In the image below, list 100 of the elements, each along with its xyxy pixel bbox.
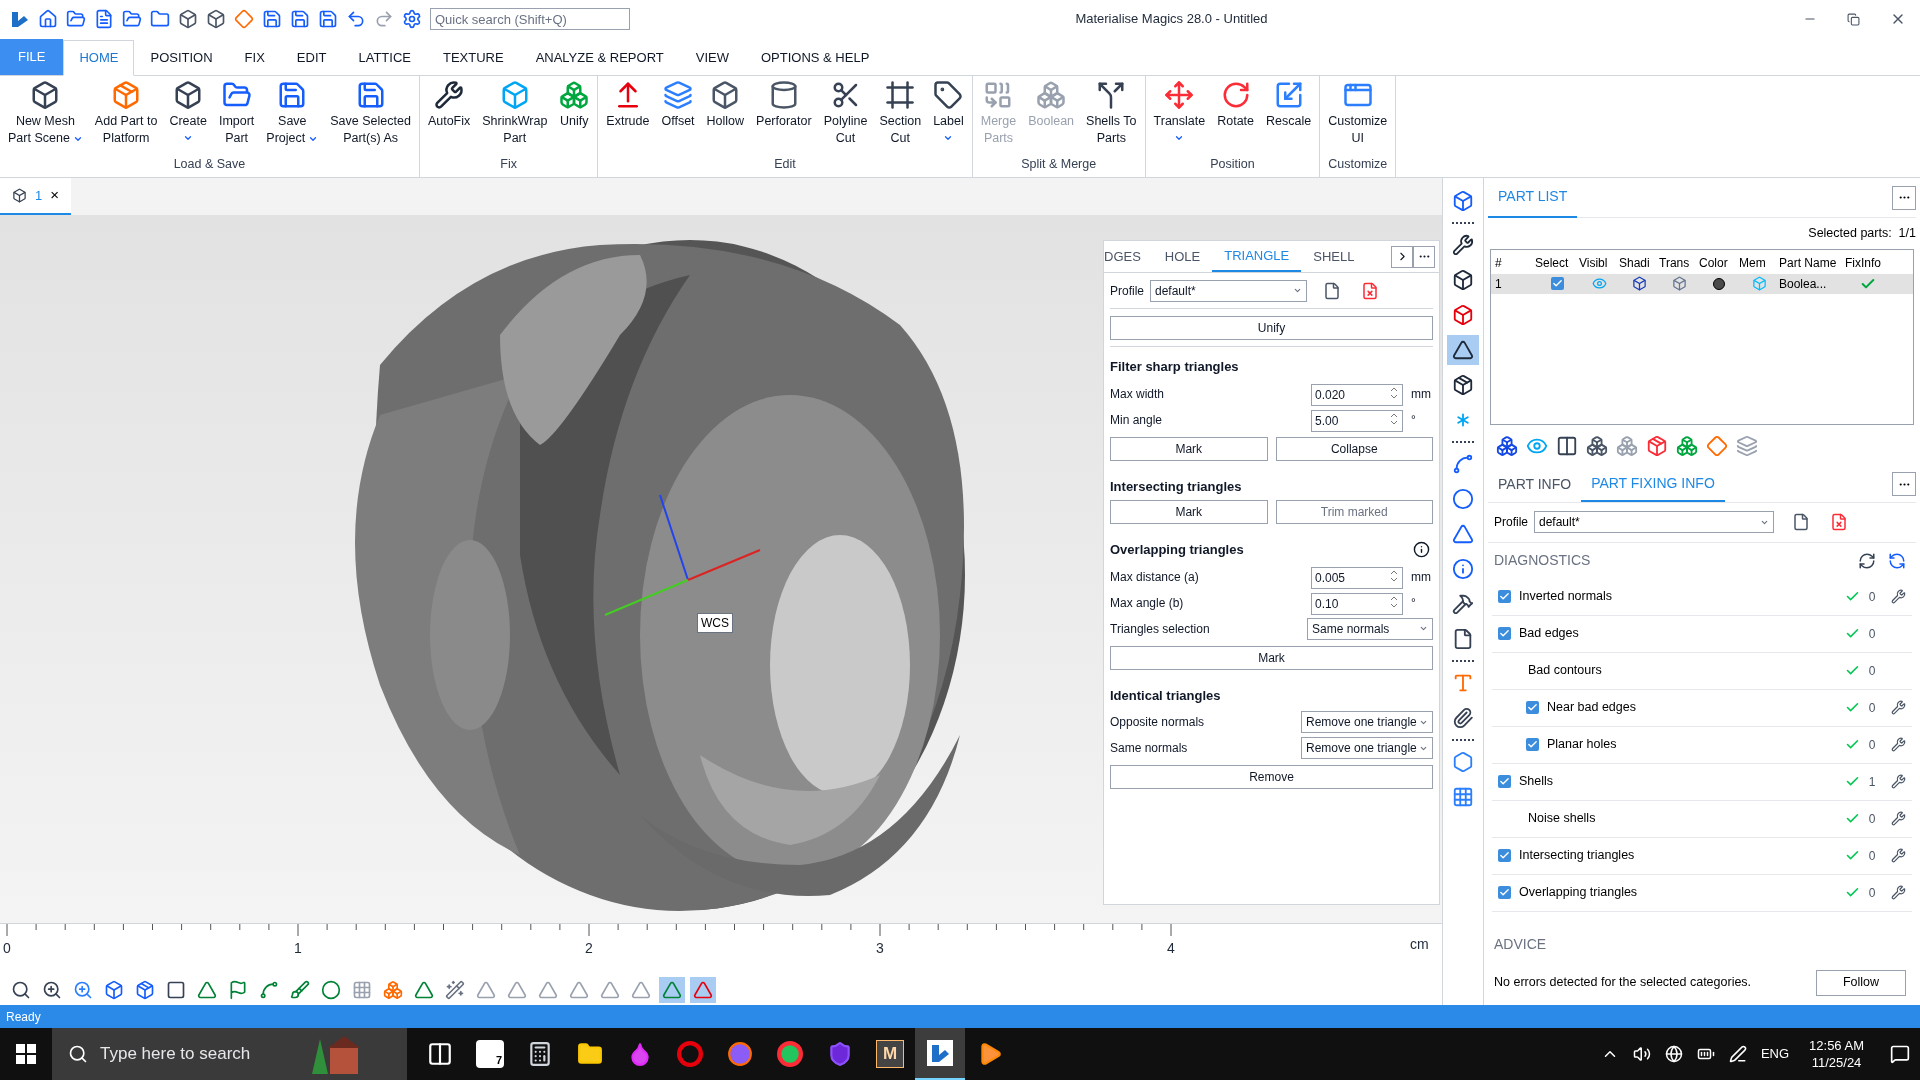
- checkbox[interactable]: [1550, 277, 1564, 291]
- checkbox[interactable]: [1498, 775, 1511, 789]
- taskbar-search-bar[interactable]: Type here to search: [52, 1028, 407, 1080]
- cube-icon[interactable]: [206, 9, 226, 29]
- toggle-icon[interactable]: [1556, 434, 1578, 457]
- document-tab[interactable]: 1 ×: [0, 178, 71, 215]
- table-row[interactable]: 1 Boolea...: [1491, 273, 1913, 294]
- panel-tab[interactable]: TRIANGLE: [1212, 241, 1302, 272]
- action-button[interactable]: Mark: [1110, 436, 1268, 461]
- save-icon[interactable]: [318, 9, 338, 29]
- settings-icon[interactable]: [402, 9, 422, 29]
- refresh-icon[interactable]: [1858, 551, 1876, 570]
- action-button[interactable]: Remove: [1110, 765, 1433, 789]
- wrench-icon[interactable]: [1890, 589, 1906, 605]
- menu-tab[interactable]: VIEW: [679, 40, 745, 76]
- home-icon[interactable]: [38, 9, 58, 29]
- ribbon-button[interactable]: AutoFix: [421, 76, 477, 156]
- checkbox[interactable]: [1498, 590, 1511, 604]
- ring-icon[interactable]: [677, 1041, 703, 1067]
- panel-tab[interactable]: PART FIXING INFO: [1581, 466, 1725, 503]
- follow-button[interactable]: Follow: [1816, 969, 1906, 996]
- undo-icon[interactable]: [346, 9, 366, 29]
- checkbox[interactable]: [1498, 886, 1511, 900]
- ribbon-button[interactable]: Save Selected Part(s) As: [324, 76, 417, 156]
- wrench-icon[interactable]: [1890, 774, 1906, 790]
- app-icon[interactable]: M: [876, 1040, 904, 1068]
- plate-icon[interactable]: [1706, 434, 1728, 457]
- more-button[interactable]: [1413, 245, 1435, 268]
- cubes-icon[interactable]: [1586, 434, 1608, 457]
- menu-tab[interactable]: ANALYZE & REPORT: [519, 40, 680, 76]
- menu-tab[interactable]: FIX: [228, 40, 281, 76]
- panel-tab[interactable]: DGES: [1104, 241, 1153, 272]
- calculator-icon[interactable]: [527, 1041, 553, 1067]
- cubes-icon[interactable]: [1496, 434, 1518, 457]
- cube-icon[interactable]: [1671, 276, 1687, 292]
- ribbon-button[interactable]: Import Part: [212, 76, 261, 156]
- info-icon[interactable]: [1413, 541, 1430, 559]
- menu-tab[interactable]: OPTIONS & HELP: [744, 40, 886, 76]
- ribbon-button[interactable]: Polyline Cut: [817, 76, 874, 156]
- ribbon-button[interactable]: Offset: [655, 76, 701, 156]
- action-button[interactable]: Mark: [1110, 645, 1433, 670]
- shield-icon[interactable]: [827, 1041, 853, 1067]
- spin-arrows-icon[interactable]: [1390, 594, 1398, 609]
- browser-icon[interactable]: [727, 1041, 753, 1067]
- dropdown[interactable]: Remove one triangle: [1301, 737, 1433, 759]
- wrench-icon[interactable]: [1890, 885, 1906, 901]
- dropdown[interactable]: default*: [1150, 279, 1307, 302]
- cube-icon[interactable]: [178, 9, 198, 29]
- delete-box-icon[interactable]: [1646, 434, 1668, 457]
- panel-tab[interactable]: PART INFO: [1488, 466, 1582, 503]
- ribbon-button[interactable]: Save Project: [260, 76, 325, 156]
- ribbon-button[interactable]: Unify: [553, 76, 596, 156]
- wrench-icon[interactable]: [1890, 848, 1906, 864]
- plate-icon[interactable]: [234, 9, 254, 29]
- unify-button[interactable]: Unify: [1110, 316, 1433, 340]
- volume-icon[interactable]: [1632, 1045, 1651, 1063]
- menu-tab[interactable]: TEXTURE: [426, 40, 520, 76]
- taskbar-button[interactable]: [915, 1028, 965, 1080]
- restore-icon[interactable]: [1847, 12, 1860, 26]
- menu-tab[interactable]: LATTICE: [342, 40, 427, 76]
- ribbon-button[interactable]: Label: [927, 76, 970, 156]
- document-icon[interactable]: [1323, 281, 1341, 300]
- action-button[interactable]: Collapse: [1275, 436, 1433, 461]
- number-field[interactable]: 0.10: [1311, 592, 1403, 615]
- ribbon-button[interactable]: Extrude: [600, 76, 656, 156]
- redo-icon[interactable]: [374, 9, 394, 29]
- spin-arrows-icon[interactable]: [1390, 568, 1398, 583]
- dropdown[interactable]: default*: [1534, 511, 1774, 534]
- checkbox[interactable]: [1498, 849, 1511, 863]
- panel-tab[interactable]: HOLE: [1152, 241, 1213, 272]
- browser-icon[interactable]: [777, 1041, 803, 1067]
- ribbon-button[interactable]: Create: [163, 76, 213, 156]
- ribbon-button[interactable]: Perforator: [750, 76, 818, 156]
- search-field[interactable]: Type here to search: [100, 1041, 290, 1067]
- ribbon-button[interactable]: Add Part to Platform: [88, 76, 164, 156]
- more-button[interactable]: [1892, 472, 1916, 497]
- checkbox[interactable]: [1526, 701, 1539, 715]
- language-indicator[interactable]: ENG: [1760, 1044, 1790, 1064]
- globe-icon[interactable]: [1664, 1045, 1683, 1063]
- notifications-icon[interactable]: [1890, 1044, 1910, 1064]
- wrench-icon[interactable]: [1890, 737, 1906, 753]
- ribbon-button[interactable]: Customize UI: [1322, 76, 1394, 156]
- panel-tab[interactable]: PART LIST: [1488, 177, 1578, 218]
- taskbar-button[interactable]: M: [865, 1028, 915, 1080]
- windows-start-icon[interactable]: [16, 1044, 36, 1064]
- ribbon-button[interactable]: Translate: [1147, 76, 1212, 156]
- spin-arrows-icon[interactable]: [1390, 385, 1398, 400]
- app-logo-icon[interactable]: [927, 1040, 953, 1066]
- cube-icon[interactable]: [1631, 276, 1647, 292]
- ribbon-button[interactable]: ShrinkWrap Part: [476, 76, 554, 156]
- ribbon-button[interactable]: Shells To Parts: [1080, 76, 1143, 156]
- checkbox[interactable]: [1526, 738, 1539, 752]
- side-tool[interactable]: [1447, 335, 1479, 365]
- cubes-icon[interactable]: [1676, 434, 1698, 457]
- ribbon-button[interactable]: Rotate: [1211, 76, 1261, 156]
- next-button[interactable]: [1391, 245, 1413, 268]
- task-view-icon[interactable]: [427, 1041, 453, 1067]
- panel-tab[interactable]: SHELL: [1301, 241, 1367, 272]
- search-field[interactable]: Quick search (Shift+Q): [430, 8, 630, 30]
- document-icon[interactable]: [1792, 513, 1810, 532]
